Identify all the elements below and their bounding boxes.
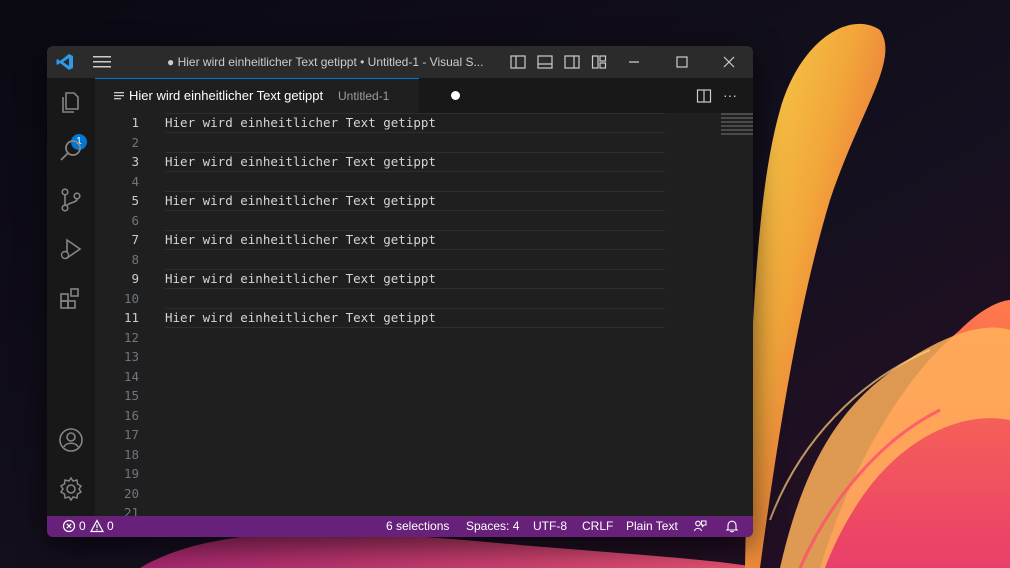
line-number: 3	[131, 154, 139, 169]
search-icon[interactable]	[57, 137, 85, 165]
line-number: 19	[123, 466, 139, 481]
notifications-bell-icon[interactable]	[725, 519, 739, 533]
customize-layout-icon[interactable]	[591, 54, 607, 70]
tab-untitled-1[interactable]: Hier wird einheitlicher Text getippt Unt…	[95, 78, 419, 113]
status-bar: 0 0 6 selections Spaces: 4 UTF-8 CRLF Pl…	[47, 516, 753, 537]
eol-status[interactable]: CRLF	[582, 516, 613, 537]
language-mode-status[interactable]: Plain Text	[626, 516, 678, 537]
extensions-icon[interactable]	[57, 285, 85, 313]
line-number: 13	[123, 349, 139, 364]
explorer-icon[interactable]	[57, 88, 85, 116]
code-line[interactable]: Hier wird einheitlicher Text getippt	[165, 152, 436, 172]
accounts-icon[interactable]	[57, 426, 85, 454]
minimap-line	[721, 129, 753, 131]
line-number: 2	[131, 134, 139, 150]
activity-bar: 1	[47, 78, 95, 516]
line-number: 11	[123, 310, 139, 325]
encoding-status[interactable]: UTF-8	[533, 516, 567, 537]
line-number: 12	[123, 329, 139, 345]
line-number: 4	[131, 173, 139, 189]
title-bar: ● Hier wird einheitlicher Text getippt •…	[47, 46, 753, 78]
toggle-primary-sidebar-icon[interactable]	[510, 54, 526, 70]
editor-area[interactable]: 1 2 3 4 5 6 7 8 9 10 11 12 13 14 15 16 1…	[95, 113, 753, 520]
line-number: 14	[123, 368, 139, 384]
code-line[interactable]: Hier wird einheitlicher Text getippt	[165, 308, 436, 328]
menu-icon[interactable]	[93, 55, 111, 69]
line-number: 8	[131, 251, 139, 267]
vscode-logo-icon	[56, 54, 73, 70]
line-number: 7	[131, 232, 139, 247]
warning-icon[interactable]	[90, 519, 104, 533]
code-line[interactable]: Hier wird einheitlicher Text getippt	[165, 191, 436, 211]
line-number: 5	[131, 193, 139, 208]
run-and-debug-icon[interactable]	[57, 235, 85, 263]
error-count[interactable]: 0	[79, 516, 86, 537]
indentation-status[interactable]: Spaces: 4	[466, 516, 519, 537]
line-number: 6	[131, 212, 139, 228]
plain-text-file-icon	[114, 92, 124, 100]
line-number: 16	[123, 407, 139, 423]
tab-label: Hier wird einheitlicher Text getippt	[129, 88, 324, 103]
feedback-icon[interactable]	[693, 519, 707, 533]
minimap-line	[721, 117, 753, 119]
line-number: 18	[123, 446, 139, 462]
maximize-icon[interactable]	[674, 54, 690, 70]
minimap-line	[721, 121, 753, 123]
source-control-icon[interactable]	[57, 186, 85, 214]
code-line[interactable]: Hier wird einheitlicher Text getippt	[165, 269, 436, 289]
minimap-line	[721, 113, 753, 115]
editor-tabs-bar: Hier wird einheitlicher Text getippt Unt…	[95, 78, 753, 113]
line-number-gutter: 1 2 3 4 5 6 7 8 9 10 11 12 13 14 15 16 1…	[95, 113, 145, 520]
manage-gear-icon[interactable]	[57, 475, 85, 503]
line-number: 15	[123, 388, 139, 403]
vscode-window: ● Hier wird einheitlicher Text getippt •…	[47, 46, 753, 537]
toggle-secondary-sidebar-icon[interactable]	[564, 54, 580, 70]
window-title: ● Hier wird einheitlicher Text getippt •…	[167, 55, 484, 69]
line-number: 9	[131, 271, 139, 286]
split-editor-icon[interactable]	[696, 88, 712, 104]
close-icon[interactable]	[721, 54, 737, 70]
toggle-panel-icon[interactable]	[537, 54, 553, 70]
code-line[interactable]: Hier wird einheitlicher Text getippt	[165, 113, 436, 133]
line-number: 17	[123, 427, 139, 442]
selections-status[interactable]: 6 selections	[386, 516, 449, 537]
line-number: 10	[123, 290, 139, 306]
error-icon[interactable]	[62, 519, 76, 533]
line-number: 1	[131, 115, 139, 130]
minimap-line	[721, 133, 753, 135]
warning-count[interactable]: 0	[107, 516, 114, 537]
tab-description: Untitled-1	[338, 89, 390, 103]
unsaved-dot-icon[interactable]	[451, 91, 460, 100]
code-line[interactable]: Hier wird einheitlicher Text getippt	[165, 230, 436, 250]
more-actions-button[interactable]: ···	[722, 86, 738, 104]
minimap-line	[721, 125, 753, 127]
minimize-icon[interactable]	[626, 54, 642, 70]
line-number: 20	[123, 485, 139, 501]
